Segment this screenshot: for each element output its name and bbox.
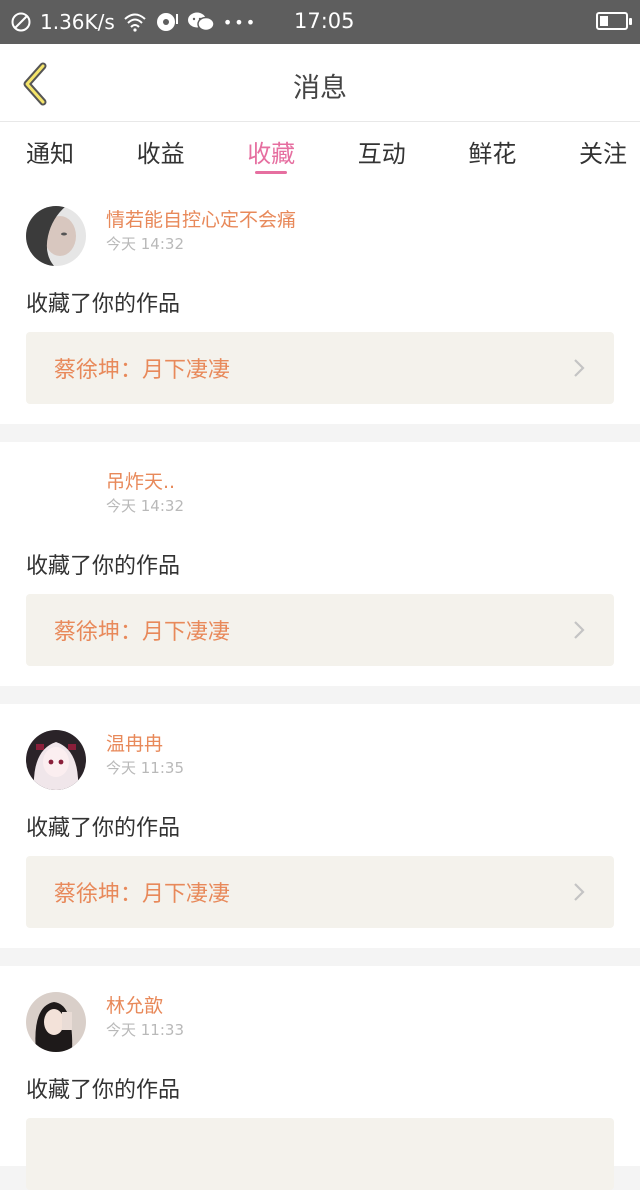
work-link[interactable] (26, 1118, 614, 1190)
battery-level (600, 16, 608, 26)
tab-notifications[interactable]: 通知 (26, 122, 74, 180)
username[interactable]: 林允歆 (106, 994, 184, 1018)
username[interactable]: 温冉冉 (106, 732, 184, 756)
chevron-right-icon (574, 359, 585, 377)
chevron-right-icon (574, 883, 585, 901)
work-link[interactable]: 蔡徐坤：月下凄凄 (26, 332, 614, 404)
more-notifications-icon: ••• (222, 12, 258, 32)
nav-bar: 消息 (0, 44, 640, 122)
timestamp: 今天 14:32 (106, 497, 184, 515)
avatar[interactable] (26, 992, 86, 1052)
timestamp: 今天 11:35 (106, 759, 184, 777)
tab-flowers[interactable]: 鲜花 (468, 122, 516, 180)
action-text: 收藏了你的作品 (26, 554, 181, 579)
clock: 17:05 (294, 9, 355, 33)
page-title: 消息 (293, 73, 347, 104)
timestamp: 今天 14:32 (106, 235, 184, 253)
avatar[interactable] (26, 468, 86, 528)
message-card: 情若能自控心定不会痛 今天 14:32 收藏了你的作品 蔡徐坤：月下凄凄 (0, 180, 640, 424)
action-text: 收藏了你的作品 (26, 816, 181, 841)
work-title: 蔡徐坤：月下凄凄 (54, 620, 231, 645)
work-link[interactable]: 蔡徐坤：月下凄凄 (26, 594, 614, 666)
network-speed: 1.36K/s (40, 10, 115, 34)
tab-interactions[interactable]: 互动 (358, 122, 406, 180)
work-link[interactable]: 蔡徐坤：月下凄凄 (26, 856, 614, 928)
work-title: 蔡徐坤：月下凄凄 (54, 882, 231, 907)
status-bar: 1.36K/s ••• 17:05 (0, 0, 640, 44)
timestamp: 今天 11:33 (106, 1021, 184, 1039)
avatar[interactable] (26, 730, 86, 790)
chevron-right-icon (574, 621, 585, 639)
username[interactable]: 情若能自控心定不会痛 (106, 208, 296, 232)
tab-favorites[interactable]: 收藏 (247, 122, 295, 180)
message-card: 吊炸天.. 今天 14:32 收藏了你的作品 蔡徐坤：月下凄凄 (0, 442, 640, 686)
message-card: 林允歆 今天 11:33 收藏了你的作品 (0, 966, 640, 1190)
tab-bar: 通知 收益 收藏 互动 鲜花 关注 (0, 122, 640, 180)
message-card: 温冉冉 今天 11:35 收藏了你的作品 蔡徐坤：月下凄凄 (0, 704, 640, 948)
wechat-icon (187, 11, 215, 33)
avatar[interactable] (26, 206, 86, 266)
battery-icon (596, 12, 632, 30)
action-text: 收藏了你的作品 (26, 1078, 181, 1103)
username[interactable]: 吊炸天.. (106, 470, 184, 494)
wifi-icon (123, 12, 147, 32)
work-title: 蔡徐坤：月下凄凄 (54, 358, 231, 383)
tab-earnings[interactable]: 收益 (137, 122, 185, 180)
do-not-disturb-icon (10, 11, 32, 33)
message-list: 情若能自控心定不会痛 今天 14:32 收藏了你的作品 蔡徐坤：月下凄凄 吊炸天… (0, 180, 640, 1190)
music-disc-icon (155, 11, 179, 33)
tab-following[interactable]: 关注 (579, 122, 627, 180)
action-text: 收藏了你的作品 (26, 292, 181, 317)
